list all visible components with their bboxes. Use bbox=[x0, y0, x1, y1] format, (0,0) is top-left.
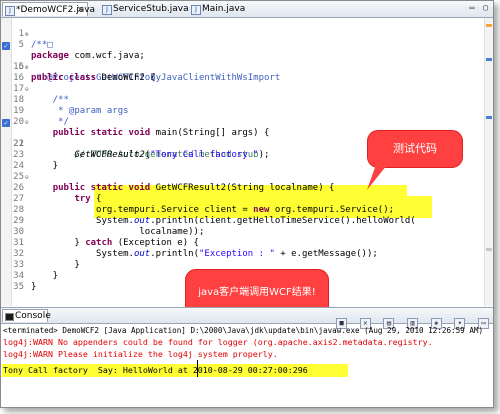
code-line: 26 try { bbox=[1, 172, 481, 204]
task-marker-icon: ✓ bbox=[2, 119, 10, 127]
terminated-label: <terminated> DemoWCF2 [Java Application]… bbox=[3, 326, 484, 335]
code-line: 28 System.out.println(client.getHelloTim… bbox=[1, 194, 481, 226]
text-cursor bbox=[197, 360, 198, 377]
line-number: 35 bbox=[13, 282, 24, 292]
code-line: 16 bbox=[1, 62, 481, 83]
overview-ruler[interactable] bbox=[484, 18, 493, 306]
eclipse-window: J *DemoWCF2.java × J ServiceStub.java J … bbox=[0, 0, 494, 408]
console-line-warn-1: log4j:WARN No appenders could be found f… bbox=[3, 337, 433, 347]
console-toolbar: Console ■ ✕ ▤ ▥ ◈ ▾ ▭ bbox=[1, 307, 493, 329]
code-line: 31 System.out.println("Exception : " + e… bbox=[1, 227, 481, 259]
code-line: 15 public class DemoWCF2 { bbox=[1, 51, 481, 83]
tab-servicestub[interactable]: J ServiceStub.java bbox=[100, 2, 189, 16]
code-line: 20 ⊖ public static void main(String[] arg… bbox=[1, 106, 481, 138]
java-file-icon: J bbox=[5, 6, 15, 16]
tab-main[interactable]: J Main.java bbox=[189, 2, 259, 16]
java-file-icon: J bbox=[191, 5, 201, 15]
code-line: ✓ 6 ⊕ * @Project:GetWCFInfoByJavaClientWi… bbox=[1, 40, 481, 83]
code-line: 30 } catch (Exception e) { bbox=[1, 216, 481, 248]
code-line: 17 ⊖ /** bbox=[1, 73, 481, 105]
console-view: Console ■ ✕ ▤ ▥ ◈ ▾ ▭ <terminated> DemoW… bbox=[1, 307, 493, 407]
code-line: 18 * @param args bbox=[1, 84, 481, 116]
editor-tab-bar: J *DemoWCF2.java × J ServiceStub.java J … bbox=[1, 1, 493, 18]
code-line: 1 ⊕ /**□ bbox=[1, 18, 481, 50]
console-line-warn-2: log4j:WARN Please initialize the log4j s… bbox=[3, 349, 278, 359]
code-line: 33 } bbox=[1, 249, 481, 281]
tab-console[interactable]: Console bbox=[2, 309, 51, 322]
bookmark-icon: ✓ bbox=[2, 42, 10, 50]
code-line: 32 } bbox=[1, 238, 481, 270]
console-icon bbox=[5, 313, 14, 321]
console-line-output: Tony Call factory Say: HelloWorld at 201… bbox=[3, 365, 308, 375]
window-controls[interactable]: ▭ ▢ bbox=[470, 3, 490, 12]
tab-label: Main.java bbox=[202, 4, 246, 14]
code-line: ✓ 21 // TODO Auto-generated method stub bbox=[1, 117, 481, 160]
code-line: 27 org.tempuri.Service client = new org.… bbox=[1, 183, 481, 215]
code-line: 5 package com.wcf.java; bbox=[1, 29, 481, 61]
callout-pointer bbox=[367, 156, 391, 190]
close-tab-icon[interactable]: × bbox=[76, 3, 84, 17]
tab-demowcf2[interactable]: J *DemoWCF2.java × bbox=[2, 2, 95, 17]
tab-label: ServiceStub.java bbox=[113, 4, 189, 14]
code-line: 19 */ bbox=[1, 95, 481, 127]
java-file-icon: J bbox=[102, 5, 112, 15]
code-editor[interactable]: 1 ⊕ /**□ 5 package com.wcf.java; ✓ 6 ⊕ * @… bbox=[1, 18, 493, 306]
console-tab-label: Console bbox=[15, 311, 51, 321]
code-line: 29 localname)); bbox=[1, 205, 481, 237]
